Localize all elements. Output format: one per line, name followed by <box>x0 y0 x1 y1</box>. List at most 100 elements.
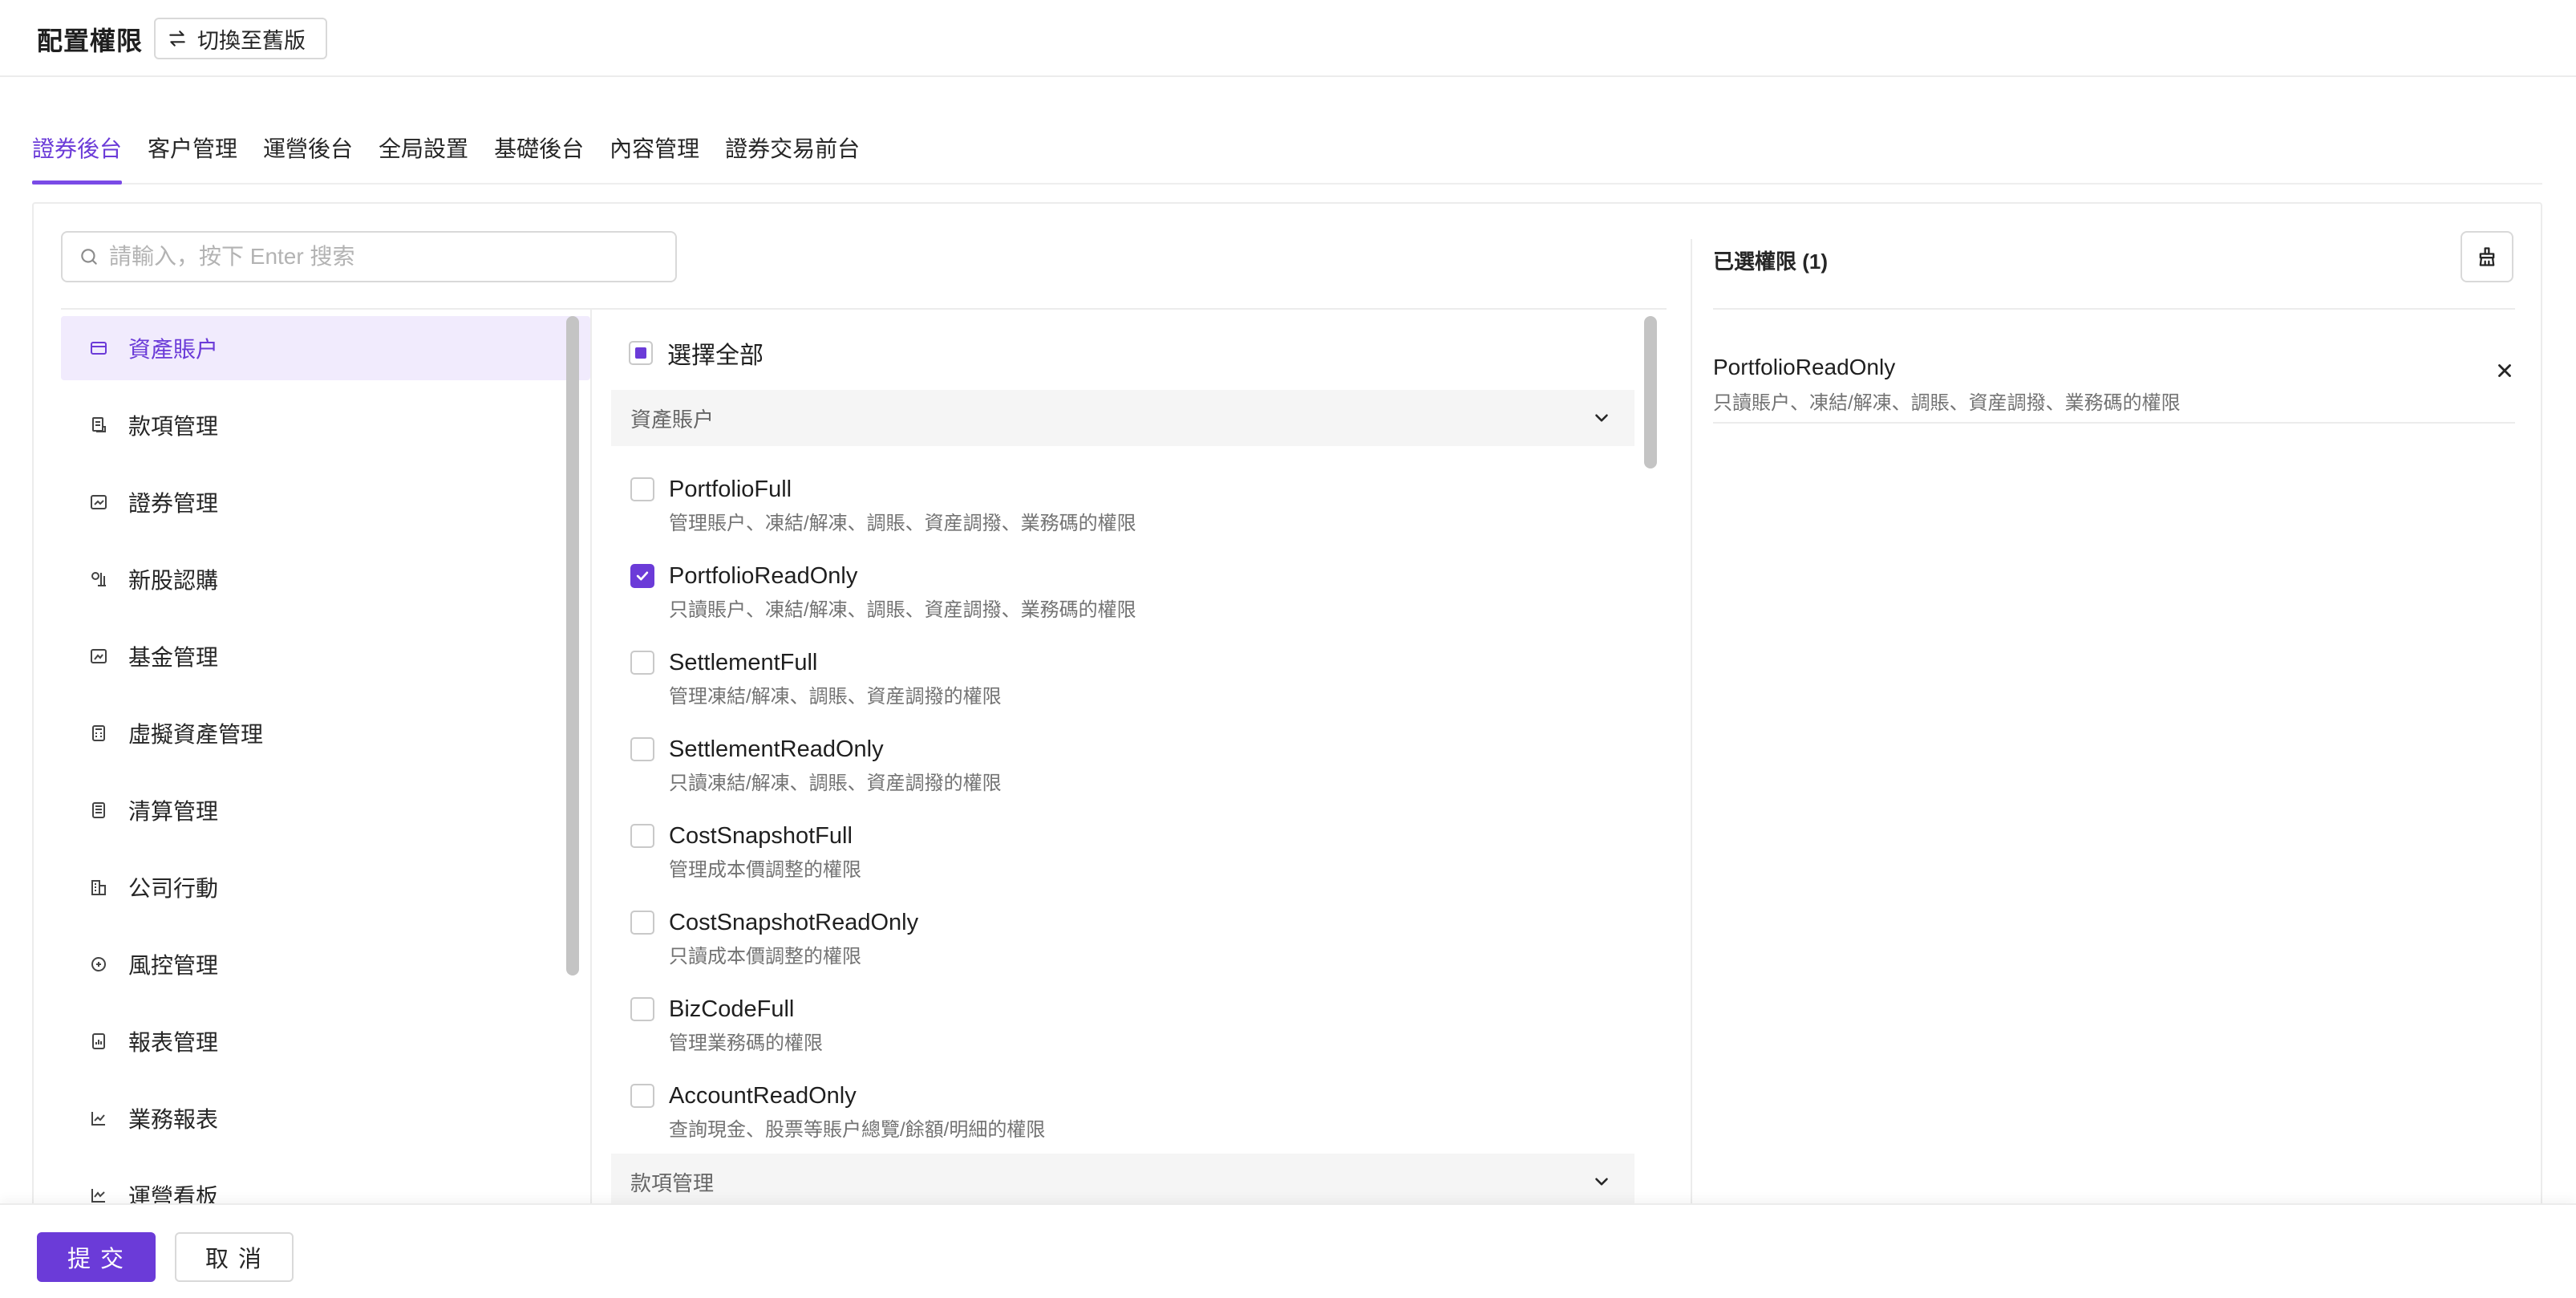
nav-item-label: 虛擬資產管理 <box>128 722 264 747</box>
nav-item-securities[interactable]: 證券管理 <box>61 470 590 534</box>
permission-item[interactable]: CostSnapshotFull 管理成本價調整的權限 <box>630 820 1593 882</box>
ipo-icon <box>88 569 109 590</box>
permission-checkbox[interactable] <box>630 824 654 848</box>
nav-item-payments[interactable]: 款項管理 <box>61 393 590 457</box>
permission-description: 管理凍結/解凍、調賬、資産調撥的權限 <box>669 686 1002 708</box>
tab-content-management[interactable]: 內容管理 <box>610 128 699 183</box>
permission-checkbox[interactable] <box>630 1084 654 1108</box>
group-title: 款項管理 <box>630 1170 715 1195</box>
tab-basic-backend[interactable]: 基礎後台 <box>494 128 584 183</box>
permission-name: CostSnapshotFull <box>669 822 853 849</box>
close-icon <box>2498 364 2511 377</box>
nav-item-label: 資產賬户 <box>128 337 219 362</box>
nav-item-label: 款項管理 <box>128 414 219 439</box>
tab-operations-backend[interactable]: 運營後台 <box>263 128 353 183</box>
permission-list: 選擇全部 資產賬户 PortfolioFull 管理賬户、凍結/解凍、調賬、資産… <box>611 316 1662 1298</box>
wallet-icon <box>88 338 109 359</box>
permission-item[interactable]: CostSnapshotReadOnly 只讀成本價調整的權限 <box>630 907 1593 968</box>
permission-item[interactable]: SettlementReadOnly 只讀凍結/解凍、調賬、資産調撥的權限 <box>630 733 1593 795</box>
cancel-button[interactable]: 取 消 <box>175 1232 294 1282</box>
nav-item-label: 新股認購 <box>128 568 219 593</box>
permission-name: AccountReadOnly <box>669 1082 857 1109</box>
nav-item-label: 風控管理 <box>128 953 219 978</box>
search-input[interactable] <box>109 244 654 270</box>
divider <box>61 308 1667 310</box>
permission-item[interactable]: AccountReadOnly 查詢現金、股票等賬户總覽/餘額/明細的權限 <box>630 1080 1593 1142</box>
search-box[interactable] <box>61 231 677 282</box>
nav-item-asset-accounts[interactable]: 資產賬户 <box>61 316 590 380</box>
calculator-icon <box>88 723 109 744</box>
permission-item[interactable]: SettlementFull 管理凍結/解凍、調賬、資産調撥的權限 <box>630 647 1593 708</box>
tab-securities-backend[interactable]: 證券後台 <box>32 128 123 185</box>
nav-item-ipo[interactable]: 新股認購 <box>61 547 590 611</box>
securities-icon <box>88 492 109 513</box>
tab-securities-trading-frontend[interactable]: 證券交易前台 <box>725 128 860 183</box>
permission-description: 只讀賬户、凍結/解凍、調賬、資産調撥、業務碼的權限 <box>669 599 1136 621</box>
permission-name: BizCodeFull <box>669 996 795 1022</box>
report-icon <box>88 1031 109 1052</box>
category-nav: 資產賬户 款項管理 證券管理 新股認購 基金管理 虛擬資產管理 清算管理 公司行… <box>61 316 590 1298</box>
nav-item-label: 報表管理 <box>128 1030 219 1055</box>
divider <box>590 310 592 1298</box>
chevron-down-icon <box>1595 1178 1608 1186</box>
nav-item-clearing[interactable]: 清算管理 <box>61 778 590 842</box>
permission-checkbox[interactable] <box>630 911 654 935</box>
permission-checkbox[interactable] <box>630 997 654 1021</box>
permission-name: PortfolioFull <box>669 476 792 502</box>
permission-description: 查詢現金、股票等賬户總覽/餘額/明細的權限 <box>669 1119 1046 1141</box>
chevron-down-icon <box>1595 414 1608 422</box>
page-header: 配置權限 切換至舊版 <box>0 0 2576 77</box>
nav-item-label: 公司行動 <box>128 876 219 901</box>
receipt-icon <box>88 415 109 436</box>
tab-customer-management[interactable]: 客户管理 <box>148 128 237 183</box>
permission-checkbox[interactable] <box>630 737 654 761</box>
selected-permission-description: 只讀賬户、凍結/解凍、調賬、資産調撥、業務碼的權限 <box>1713 392 2181 414</box>
group-header-payments[interactable]: 款項管理 <box>611 1154 1634 1210</box>
permission-name: CostSnapshotReadOnly <box>669 909 919 935</box>
permission-description: 管理成本價調整的權限 <box>669 859 861 881</box>
remove-permission-button[interactable] <box>2494 359 2515 385</box>
search-icon <box>81 249 97 265</box>
permission-item[interactable]: PortfolioFull 管理賬户、凍結/解凍、調賬、資産調撥、業務碼的權限 <box>630 473 1593 535</box>
selected-permission-name: PortfolioReadOnly <box>1713 355 1896 379</box>
permission-name: PortfolioReadOnly <box>669 562 858 589</box>
selected-permission-item: PortfolioReadOnly 只讀賬户、凍結/解凍、調賬、資産調撥、業務碼… <box>1713 355 2515 424</box>
permission-item[interactable]: PortfolioReadOnly 只讀賬户、凍結/解凍、調賬、資産調撥、業務碼… <box>630 560 1593 622</box>
permission-name: SettlementFull <box>669 649 818 675</box>
fund-icon <box>88 646 109 667</box>
building-icon <box>88 877 109 898</box>
nav-item-funds[interactable]: 基金管理 <box>61 624 590 688</box>
permission-list-scrollbar[interactable] <box>1644 316 1657 468</box>
nav-item-reports[interactable]: 報表管理 <box>61 1009 590 1073</box>
group-header-asset-accounts[interactable]: 資產賬户 <box>611 390 1634 446</box>
permission-checkbox[interactable] <box>630 651 654 675</box>
selected-permissions-title: 已選權限 (1) <box>1713 249 1829 274</box>
permission-checkbox[interactable] <box>630 564 654 588</box>
nav-item-corporate-actions[interactable]: 公司行動 <box>61 855 590 919</box>
select-all-label: 選擇全部 <box>667 343 763 369</box>
group-title: 資產賬户 <box>630 407 715 432</box>
permission-checkbox[interactable] <box>630 477 654 501</box>
submit-button[interactable]: 提 交 <box>37 1232 156 1282</box>
nav-scrollbar[interactable] <box>566 316 579 976</box>
permission-name: SettlementReadOnly <box>669 736 884 762</box>
select-all-checkbox-row[interactable]: 選擇全部 <box>629 335 763 371</box>
divider <box>1713 308 2515 310</box>
clearing-icon <box>88 800 109 821</box>
nav-item-virtual-assets[interactable]: 虛擬資產管理 <box>61 701 590 765</box>
clear-selected-button[interactable] <box>2461 231 2513 282</box>
nav-item-label: 基金管理 <box>128 645 219 670</box>
permission-item[interactable]: BizCodeFull 管理業務碼的權限 <box>630 993 1593 1055</box>
permission-description: 只讀成本價調整的權限 <box>669 946 861 967</box>
switch-to-legacy-button[interactable]: 切換至舊版 <box>154 18 327 59</box>
select-all-checkbox[interactable] <box>629 341 653 365</box>
permission-description: 管理賬户、凍結/解凍、調賬、資産調撥、業務碼的權限 <box>669 513 1136 534</box>
switch-to-legacy-label: 切換至舊版 <box>197 28 306 53</box>
nav-item-risk-control[interactable]: 風控管理 <box>61 932 590 996</box>
module-tabs: 證券後台 客户管理 運營後台 全局設置 基礎後台 內容管理 證券交易前台 <box>32 128 2542 185</box>
nav-item-business-reports[interactable]: 業務報表 <box>61 1086 590 1150</box>
footer-bar: 提 交 取 消 <box>0 1203 2576 1298</box>
tab-global-settings[interactable]: 全局設置 <box>379 128 468 183</box>
risk-icon <box>88 954 109 975</box>
nav-item-label: 證券管理 <box>128 491 219 516</box>
